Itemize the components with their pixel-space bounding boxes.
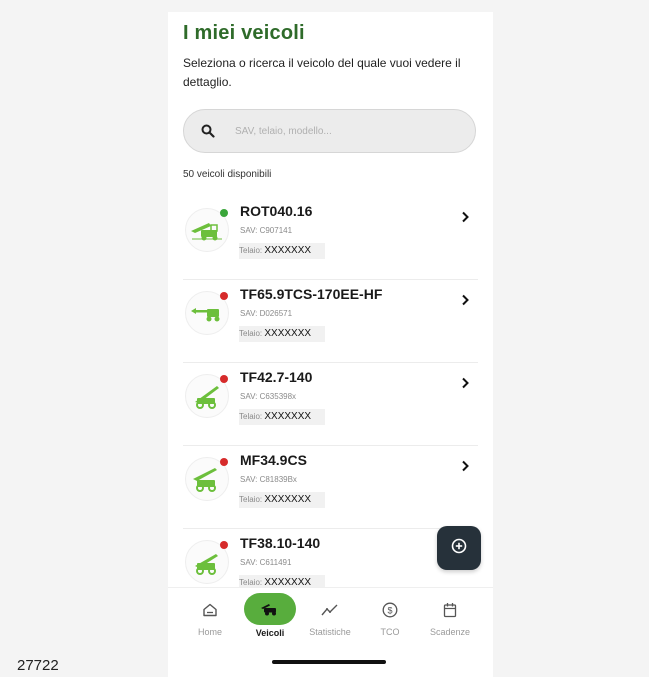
svg-text:$: $ <box>387 606 392 616</box>
status-dot <box>220 541 228 549</box>
status-dot <box>220 209 228 217</box>
vehicle-row[interactable]: TF42.7-140 SAV: C635398x Telaio: XXXXXXX <box>183 364 478 446</box>
chassis-value: XXXXXXX <box>264 411 312 422</box>
dollar-icon: $ <box>370 599 410 621</box>
tab-label: TCO <box>380 627 400 637</box>
bottom-tab-bar: Home Veicoli Statistiche $ TCO Scadenze <box>168 587 493 648</box>
search-bar[interactable] <box>183 109 476 153</box>
vehicles-count: 50 veicoli disponibili <box>183 169 272 180</box>
tab-tco[interactable]: $ TCO <box>359 588 421 648</box>
vehicle-chassis: Telaio: XXXXXXX <box>239 492 325 508</box>
vehicle-row[interactable]: MF34.9CS SAV: C81839Bx Telaio: XXXXXXX <box>183 447 478 529</box>
vehicle-chassis: Telaio: XXXXXXX <box>239 243 325 259</box>
add-vehicle-button[interactable] <box>437 526 481 570</box>
app-screen: I miei veicoli Seleziona o ricerca il ve… <box>168 12 493 677</box>
home-icon <box>190 599 230 621</box>
vehicle-chassis: Telaio: XXXXXXX <box>239 326 325 342</box>
tab-statistiche[interactable]: Statistiche <box>299 588 361 648</box>
statistics-icon <box>310 599 350 621</box>
vehicle-sav: SAV: C611491 <box>240 558 292 567</box>
tab-scadenze[interactable]: Scadenze <box>419 588 481 648</box>
chassis-label: Telaio: <box>239 412 263 421</box>
chassis-label: Telaio: <box>239 329 263 338</box>
chassis-label: Telaio: <box>239 495 263 504</box>
vehicle-model: MF34.9CS <box>240 452 307 468</box>
tab-label: Home <box>197 627 222 637</box>
tab-label: Statistiche <box>309 627 351 637</box>
status-dot <box>220 375 228 383</box>
vehicle-chassis: Telaio: XXXXXXX <box>239 409 325 425</box>
vehicle-model: TF65.9TCS-170EE-HF <box>240 286 383 302</box>
chevron-right-icon[interactable] <box>460 210 470 224</box>
chevron-right-icon[interactable] <box>460 459 470 473</box>
vehicle-row[interactable]: ROT040.16 SAV: C907141 Telaio: XXXXXXX <box>183 198 478 280</box>
chassis-value: XXXXXXX <box>264 494 312 505</box>
chassis-value: XXXXXXX <box>264 245 312 256</box>
vehicle-sav: SAV: C81839Bx <box>240 475 297 484</box>
vehicle-sav: SAV: C635398x <box>240 392 297 401</box>
chassis-value: XXXXXXX <box>264 328 312 339</box>
chassis-label: Telaio: <box>239 246 263 255</box>
plus-circle-icon <box>451 538 467 559</box>
vehicle-sav: SAV: D026571 <box>240 309 293 318</box>
page-subtitle: Seleziona o ricerca il veicolo del quale… <box>183 56 461 89</box>
tab-label: Scadenze <box>429 627 471 637</box>
tab-home[interactable]: Home <box>179 588 241 648</box>
vehicle-model: TF38.10-140 <box>240 535 321 551</box>
calendar-icon <box>430 599 470 621</box>
tab-veicoli[interactable]: Veicoli <box>239 588 301 648</box>
search-input[interactable] <box>233 124 457 138</box>
status-dot <box>220 292 228 300</box>
page-title: I miei veicoli <box>183 22 305 44</box>
vehicle-model: ROT040.16 <box>240 203 313 219</box>
vehicle-icon <box>244 593 296 625</box>
search-icon <box>201 122 219 140</box>
home-indicator[interactable] <box>272 660 386 664</box>
status-dot <box>220 458 228 466</box>
tab-label: Veicoli <box>255 628 285 638</box>
vehicle-model: TF42.7-140 <box>240 369 313 385</box>
vehicle-list: ROT040.16 SAV: C907141 Telaio: XXXXXXX T… <box>183 198 478 612</box>
chevron-right-icon[interactable] <box>460 293 470 307</box>
figure-number: 27722 <box>17 657 59 674</box>
vehicle-row[interactable]: TF65.9TCS-170EE-HF SAV: D026571 Telaio: … <box>183 281 478 363</box>
chassis-label: Telaio: <box>239 578 263 587</box>
chevron-right-icon[interactable] <box>460 376 470 390</box>
vehicle-sav: SAV: C907141 <box>240 226 293 235</box>
